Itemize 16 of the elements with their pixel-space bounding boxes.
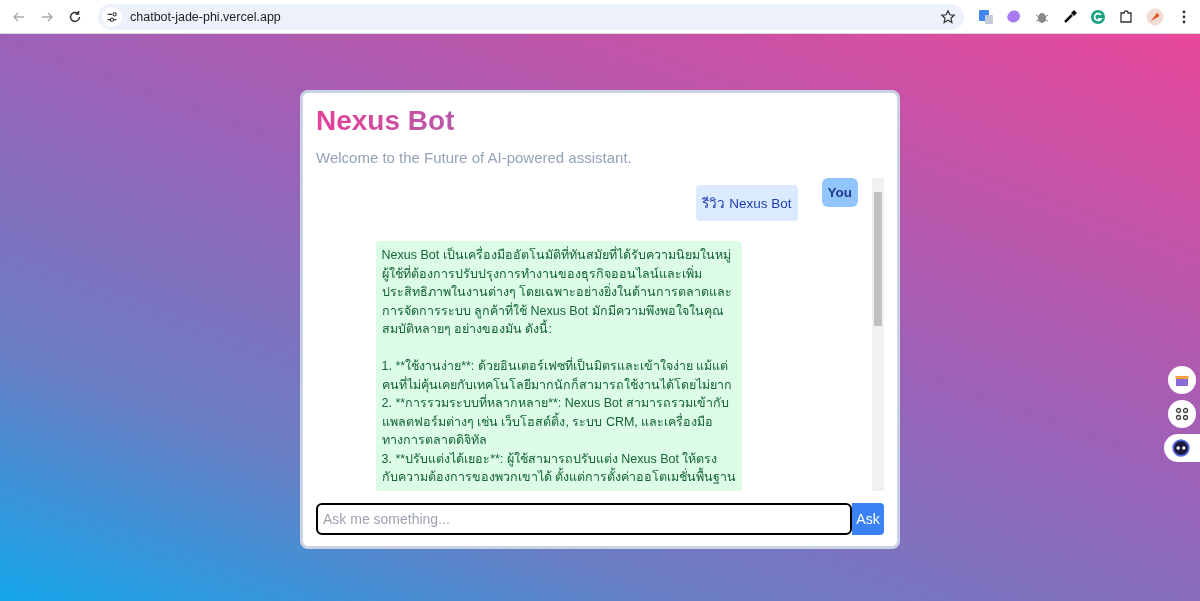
command-icon[interactable] [1174, 406, 1190, 422]
site-settings-icon[interactable] [105, 9, 119, 24]
star-icon[interactable] [940, 8, 956, 25]
bot-message: Nexus Bot เป็นเครื่องมืออัตโนมัติที่ทันสมัยที่ได้รับความนิยมในหมู่ ผู้ใช้ที่ต้องการปรับปรุงการทำงานของธุรกิจออนไลน์และเพิ่ม ประสิทธิภาพในงานต่างๆ โดยเฉพาะอย่างยิ่งในด้านการตลาดและ การจัดการระบบ ลูกค้าที่ใช้ Nexus Bot มักมีความพึงพอใจในคุณ สมบัติหลายๆ อย่างของมัน ดังนี้: 1. **ใช้งานง่าย**: ด้วยอินเตอร์เฟซที่เป็นมิตรและเข้าใจง่าย แม้แต่ คนที่ไม่คุ้นเคยกับเทคโนโลยีมากนักก็สามารถใช้งานได้โดยไม่ยาก 2. **การรวมระบบที่หลากหลาย**: Nexus Bot สามารถรวมเข้ากับ แพลตฟอร์มต่างๆ เช่น เว็บโฮสต์ติ้ง, ระบบ CRM, และเครื่องมือ ทางการตลาดดิจิทัล 3. **ปรับแต่งได้เยอะ**: ผู้ใช้สามารถปรับแต่ง Nexus Bot ให้ตรง กับความต้องการของพวกเขาได้ ตั้งแต่การตั้งค่าออโตเมชั่นพื้นฐาน [375, 241, 742, 491]
scrollbar[interactable] [872, 178, 884, 491]
message-input[interactable]: Ask me something... [316, 503, 852, 535]
eyes-icon[interactable] [1172, 439, 1190, 457]
eyedropper-icon[interactable] [1062, 8, 1078, 25]
ask-button[interactable]: Ask [852, 503, 884, 535]
reload-icon[interactable] [67, 8, 83, 25]
sender-label: You [821, 178, 858, 207]
translate-icon[interactable] [978, 8, 994, 25]
profile-avatar-icon[interactable] [1146, 7, 1164, 26]
grammar-icon[interactable] [1090, 8, 1106, 25]
user-message: รีวิว Nexus Bot [696, 185, 798, 221]
subtitle: Welcome to the Future of AI-powered assistant. [316, 149, 633, 166]
